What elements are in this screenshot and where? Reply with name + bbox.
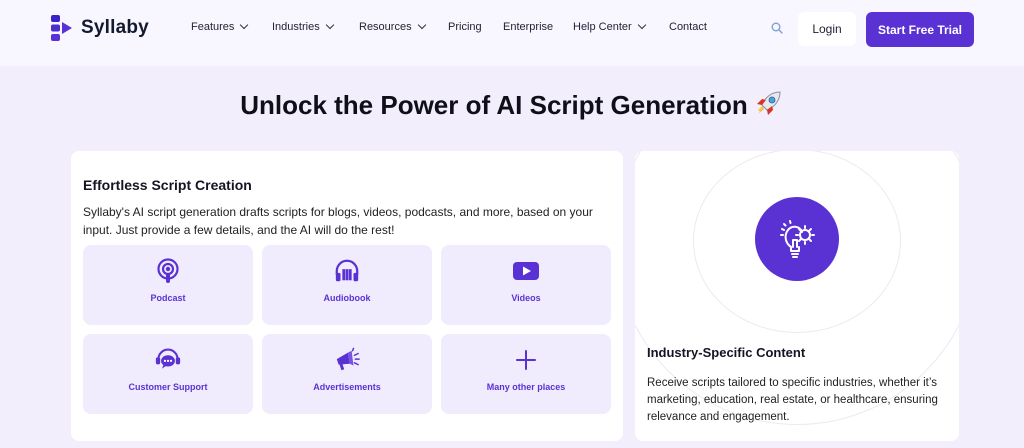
chevron-down-icon [325, 20, 334, 30]
login-button[interactable]: Login [798, 12, 856, 46]
tile-advertisements[interactable]: Advertisements [262, 334, 432, 414]
tile-videos[interactable]: Videos [441, 245, 611, 325]
card-description: Receive scripts tailored to specific ind… [647, 377, 938, 423]
logo-icon [51, 15, 72, 41]
chevron-down-icon [240, 20, 249, 30]
podcast-icon [155, 258, 181, 284]
nav-help-center[interactable]: Help Center [573, 20, 646, 33]
tile-customer-support[interactable]: Customer Support [83, 334, 253, 414]
page-title-text: Unlock the Power of AI Script Generation [240, 90, 748, 120]
audiobook-icon [334, 258, 360, 284]
nav-industries[interactable]: Industries [272, 20, 334, 33]
search-icon[interactable] [771, 22, 783, 34]
video-icon [513, 258, 539, 284]
script-creation-card: Effortless Script Creation Syllaby's AI … [71, 151, 623, 441]
chevron-down-icon [637, 20, 646, 30]
lightbulb-gear-icon [755, 197, 839, 281]
nav-contact-label: Contact [669, 21, 707, 33]
nav-industries-label: Industries [272, 21, 320, 33]
site-header: Syllaby Features Industries Resources Pr… [0, 0, 1024, 66]
nav-pricing[interactable]: Pricing [448, 21, 482, 33]
tile-audiobook[interactable]: Audiobook [262, 245, 432, 325]
brand-name: Syllaby [81, 17, 149, 38]
card-title: Industry-Specific Content [647, 345, 806, 360]
tile-label: Audiobook [323, 293, 371, 303]
nav-resources-label: Resources [359, 21, 412, 33]
nav-resources[interactable]: Resources [359, 20, 426, 33]
tile-many-other-places[interactable]: Many other places [441, 334, 611, 414]
nav-help-center-label: Help Center [573, 21, 632, 33]
start-free-trial-button[interactable]: Start Free Trial [866, 12, 974, 47]
plus-icon [513, 347, 539, 373]
tile-label: Many other places [486, 382, 566, 392]
industry-card: Industry-Specific Content Receive script… [635, 151, 959, 441]
chevron-down-icon [417, 20, 426, 30]
card-title: Effortless Script Creation [83, 177, 252, 193]
tile-label: Videos [511, 293, 541, 303]
tile-podcast[interactable]: Podcast [83, 245, 253, 325]
brand-logo[interactable]: Syllaby [51, 15, 149, 41]
nav-enterprise[interactable]: Enterprise [503, 21, 553, 33]
rocket-icon [756, 91, 781, 115]
nav-features[interactable]: Features [191, 20, 249, 33]
page-title: Unlock the Power of AI Script Generation [0, 88, 1024, 121]
megaphone-icon [334, 347, 360, 373]
card-description: Syllaby's AI script generation drafts sc… [83, 205, 593, 237]
tile-label: Podcast [150, 293, 186, 303]
nav-features-label: Features [191, 21, 235, 33]
tile-label: Advertisements [313, 382, 381, 392]
nav-contact[interactable]: Contact [669, 21, 707, 33]
nav-pricing-label: Pricing [448, 21, 482, 33]
support-chat-icon [155, 347, 181, 373]
tile-label: Customer Support [128, 382, 208, 392]
nav-enterprise-label: Enterprise [503, 21, 554, 33]
